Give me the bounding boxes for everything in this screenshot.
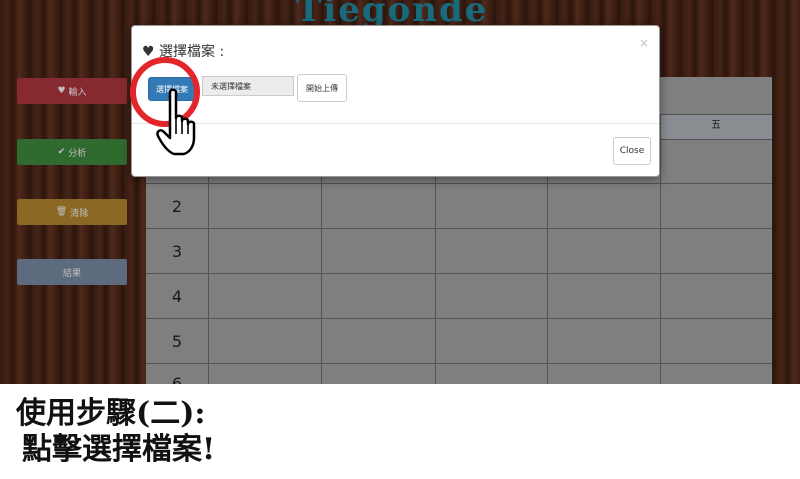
close-button[interactable]: Close: [613, 137, 651, 165]
caption-line-2: 點擊選擇檔案!: [22, 432, 216, 467]
heart-icon: ♥: [142, 44, 155, 60]
start-upload-button[interactable]: 開始上傳: [297, 74, 347, 102]
file-status-text: 未選擇檔案: [202, 76, 294, 96]
tutorial-caption: 使用步驟(二): 點擊選擇檔案!: [16, 396, 215, 468]
caption-line-1: 使用步驟(二):: [16, 396, 206, 431]
close-icon[interactable]: ×: [639, 36, 649, 50]
hand-pointer-icon: [156, 88, 196, 156]
app-background: Tiegonde ♥ 輸入 ✔ 分析 🗑 清除 結果 五 2 3 4 5 6 ♥…: [0, 0, 800, 384]
